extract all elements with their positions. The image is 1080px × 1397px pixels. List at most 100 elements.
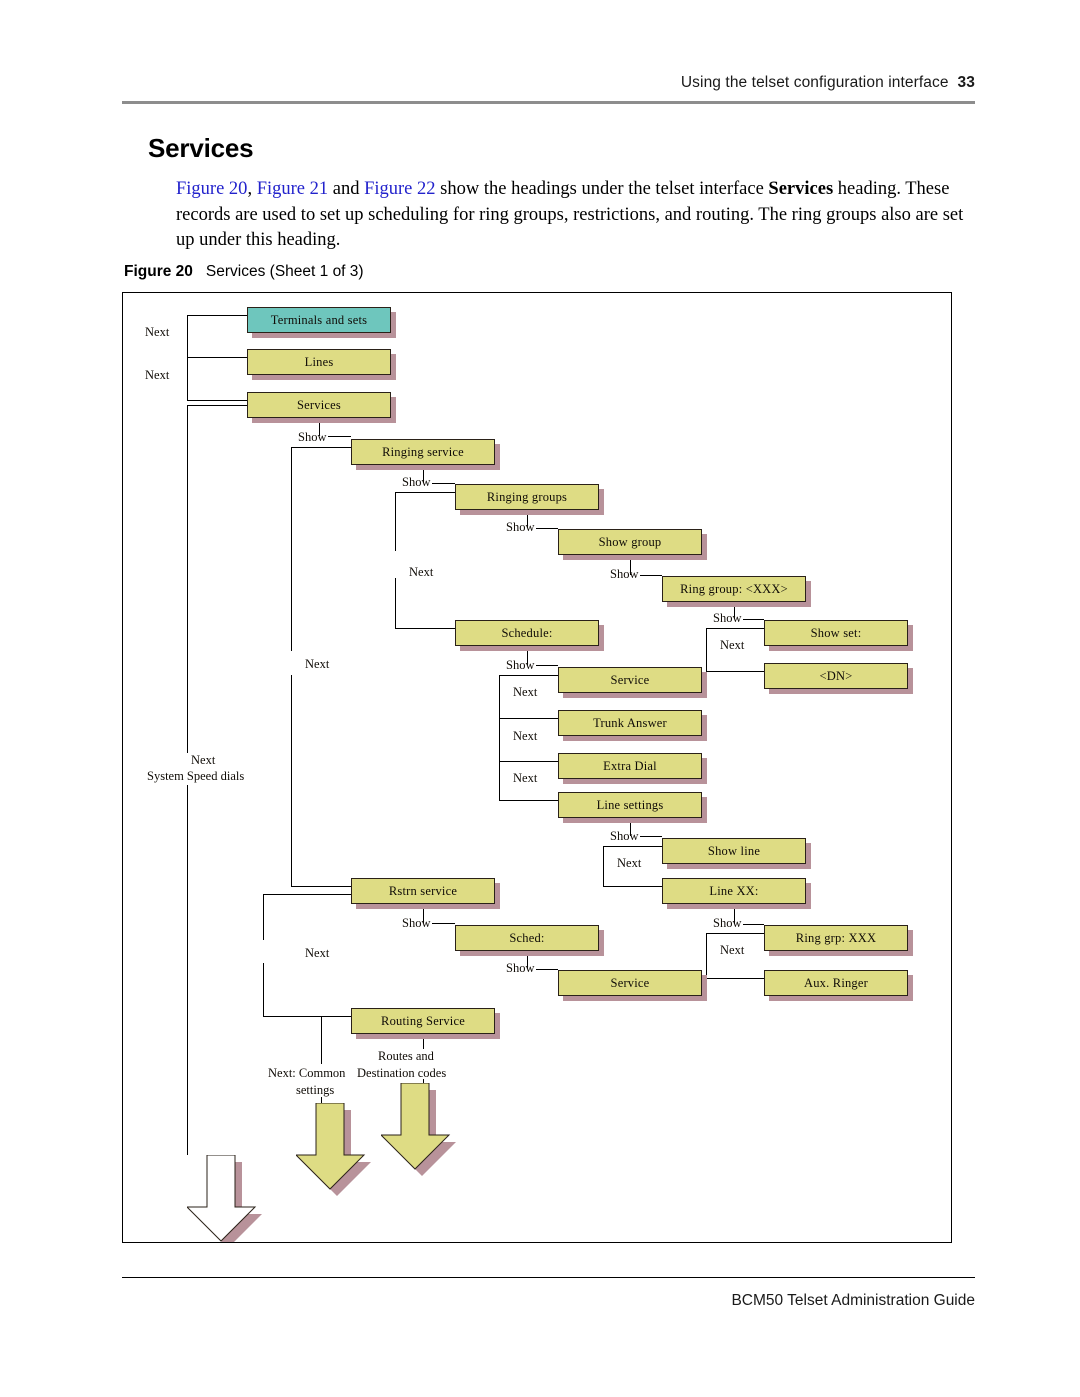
connector [432,923,455,924]
edge-label-next-ringingsvc: Next [305,657,330,671]
diagram-node-terminals[interactable]: Terminals and sets [247,307,391,333]
figure-caption-text: Services (Sheet 1 of 3) [205,263,364,280]
diagram-node-ring-grp-xxx[interactable]: Ring grp: XXX [764,925,908,951]
edge-label-routes-dest-2: Destination codes [357,1066,447,1080]
running-header-title: Using the telset configuration interface [680,74,949,91]
cross-reference-figure-20[interactable]: Figure 20 [176,179,247,199]
connector [187,357,247,358]
page-number: 33 [957,74,975,91]
connector [395,578,396,628]
connector [291,447,351,448]
edge-label-next-common-2: settings [296,1083,335,1097]
edge-label-show-schedule: Show [506,658,535,672]
connector [743,619,764,620]
edge-label-next-showline: Next [617,856,642,870]
connector [395,492,455,493]
connector [640,836,662,837]
diagram-node-aux-ringer[interactable]: Aux. Ringer [764,970,908,996]
edge-label-next-common-1: Next: Common [268,1066,346,1080]
header-rule [122,101,975,104]
paragraph-sep-1: , [247,179,257,199]
edge-label-next-extradial: Next [513,771,538,785]
connector [499,675,558,676]
connector [395,628,455,629]
diagram-node-ringing-service[interactable]: Ringing service [351,439,495,465]
connector [536,665,558,666]
edge-label-show-linexx: Show [713,916,742,930]
connector [187,405,247,406]
connector [263,894,264,940]
diagram-canvas: Terminals and sets Lines Services Ringing s… [123,293,951,1242]
edge-label-show-ringsvc: Show [402,475,431,489]
connector [187,785,188,1155]
connector [706,671,764,672]
edge-label-next-ringgrp2: Next [720,943,745,957]
edge-label-show-rstrn: Show [402,916,431,930]
diagram-node-extra-dial[interactable]: Extra Dial [558,753,702,779]
edge-label-next-system-1: Next [191,753,216,767]
connector [706,978,764,979]
connector [263,1016,351,1017]
connector [291,675,292,886]
diagram-node-line-settings[interactable]: Line settings [558,792,702,818]
diagram-node-sched[interactable]: Sched: [455,925,599,951]
body-paragraph: Figure 20, Figure 21 and Figure 22 show … [176,177,966,254]
connector [187,315,247,316]
connector [187,400,247,401]
diagram-node-line-xx[interactable]: Line XX: [662,878,806,904]
connector [499,761,558,762]
connector [603,846,604,886]
figure-caption: Figure 20 Services (Sheet 1 of 3) [124,263,364,281]
footer-text: BCM50 Telset Administration Guide [731,1292,975,1309]
diagram-node-show-line[interactable]: Show line [662,838,806,864]
edge-label-show-sched: Show [506,961,535,975]
paragraph-rest-a: show the headings under the telset inter… [435,179,769,199]
diagram-node-rstrn-service[interactable]: Rstrn service [351,878,495,904]
arrow-common-settings [294,1102,371,1196]
diagram-node-show-group[interactable]: Show group [558,529,702,555]
diagram-node-lines[interactable]: Lines [247,349,391,375]
diagram-node-service-2[interactable]: Service [558,970,702,996]
paragraph-bold-services: Services [768,179,834,199]
connector [603,886,662,887]
cross-reference-figure-21[interactable]: Figure 21 [257,179,328,199]
edge-label-show-showgrp: Show [610,567,639,581]
connector [640,575,662,576]
connector [263,963,264,1016]
edge-label-routes-dest-1: Routes and [378,1049,434,1063]
connector [536,969,558,970]
connector [395,492,396,551]
document-page: Using the telset configuration interface… [0,0,1080,1397]
connector [743,924,764,925]
diagram-node-dn[interactable]: <DN> [764,663,908,689]
connector [291,447,292,651]
connector [536,528,558,529]
cross-reference-figure-22[interactable]: Figure 22 [364,179,435,199]
diagram-node-service-1[interactable]: Service [558,667,702,693]
edge-label-next-service1: Next [513,685,538,699]
diagram-node-routing-service[interactable]: Routing Service [351,1008,495,1034]
edge-label-next-system-2: System Speed dials [147,769,245,783]
connector [499,761,500,800]
edge-label-next-rstrn: Next [305,946,330,960]
edge-label-next-lines: Next [145,368,170,382]
running-header: Using the telset configuration interface… [120,74,975,92]
diagram-node-ringing-groups[interactable]: Ringing groups [455,484,599,510]
edge-label-show-ringgrp: Show [506,520,535,534]
connector [603,846,662,847]
diagram-node-show-set[interactable]: Show set: [764,620,908,646]
connector [432,483,455,484]
diagram-node-schedule[interactable]: Schedule: [455,620,599,646]
diagram-node-services[interactable]: Services [247,392,391,418]
diagram-node-ring-group-xxx[interactable]: Ring group: <XXX> [662,576,806,602]
connector [499,675,500,718]
connector [499,718,500,761]
figure-caption-label: Figure 20 [124,263,193,280]
edge-label-next-showset: Next [720,638,745,652]
edge-label-show-services: Show [298,430,327,444]
edge-label-show-linesett: Show [610,829,639,843]
diagram-node-trunk-answer[interactable]: Trunk Answer [558,710,702,736]
edge-label-show-ringgrpxxx: Show [713,611,742,625]
connector [499,718,558,719]
figure-frame: Terminals and sets Lines Services Ringing s… [122,292,952,1243]
